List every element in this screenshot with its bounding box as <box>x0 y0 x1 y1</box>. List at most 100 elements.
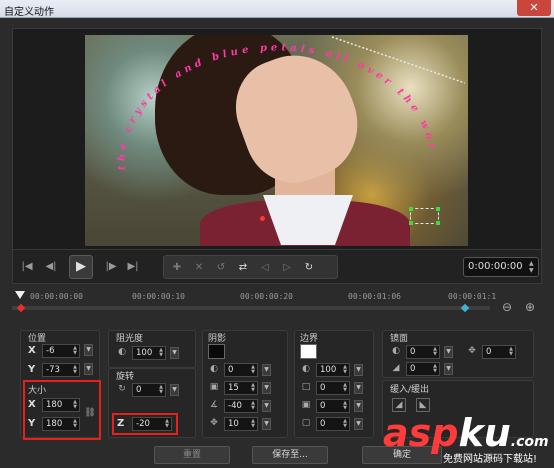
loop-icon[interactable]: ↻ <box>302 261 316 275</box>
dropdown-icon[interactable]: ▼ <box>444 363 453 375</box>
shadow-input[interactable]: -40 ▲ ▼ <box>224 399 258 413</box>
opacity-input[interactable]: 100 ▲ ▼ <box>132 346 166 360</box>
timecode-value: 0:00:00:00 <box>468 261 523 272</box>
window-title: 自定义动作 <box>4 7 54 18</box>
spinner-icon[interactable]: ▲ ▼ <box>250 419 256 429</box>
dropdown-icon[interactable]: ▼ <box>84 363 93 375</box>
spinner-icon[interactable]: ▲ ▼ <box>432 364 438 374</box>
opacity-value: 100 <box>136 348 153 358</box>
dropdown-icon[interactable]: ▼ <box>354 418 363 430</box>
add-keyframe-icon[interactable]: ✚ <box>170 261 184 275</box>
position-y-label: Y <box>28 364 36 375</box>
border-input[interactable]: 100 ▲ ▼ <box>316 363 350 377</box>
zoom-out-icon[interactable]: ⊖ <box>500 300 514 314</box>
opacity-icon: ◐ <box>118 347 126 357</box>
spinner-icon[interactable]: ▲ ▼ <box>250 383 256 393</box>
svg-text:the crystal and blue petals al: the crystal and blue petals all over the… <box>85 35 438 170</box>
mirror-value: 0 <box>410 347 416 357</box>
spinner-icon[interactable]: ▲ ▼ <box>158 348 164 358</box>
border-title: 边界 <box>300 334 319 344</box>
border-input[interactable]: 0 ▲ ▼ <box>316 381 350 395</box>
mirror-opacity-icon: ◐ <box>392 346 400 356</box>
remove-keyframe-icon[interactable]: ✕ <box>192 261 206 275</box>
border-softness-icon: ▢ <box>301 418 311 428</box>
spinner-icon[interactable]: ▲ ▼ <box>508 347 514 357</box>
move-left-icon[interactable]: ◁ <box>258 261 272 275</box>
shadow-input[interactable]: 10 ▲ ▼ <box>224 417 258 431</box>
mirror-input[interactable]: 0 ▲ ▼ <box>406 362 440 376</box>
position-x-label: X <box>28 345 36 356</box>
rotation-input[interactable]: 0 ▲ ▼ <box>132 383 166 397</box>
save-to-button[interactable]: 保存至... <box>252 446 328 464</box>
spinner-icon[interactable]: ▲ ▼ <box>250 401 256 411</box>
spinner-icon[interactable]: ▲ ▼ <box>342 383 348 393</box>
spinner-icon[interactable]: ▲ ▼ <box>432 347 438 357</box>
mirror-input[interactable]: 0 ▲ ▼ <box>482 345 516 359</box>
timecode-field[interactable]: 0:00:00:00 ▲ ▼ <box>463 257 539 277</box>
move-right-icon[interactable]: ▷ <box>280 261 294 275</box>
mirror-title: 镜面 <box>390 334 409 344</box>
spinner-icon[interactable]: ▲ ▼ <box>342 365 348 375</box>
timecode-spinner-icon[interactable]: ▲ ▼ <box>529 260 536 274</box>
shadow-input[interactable]: 0 ▲ ▼ <box>224 363 258 377</box>
shadow-color-swatch[interactable] <box>208 344 225 359</box>
go-end-icon[interactable]: ▶| <box>125 259 141 275</box>
zoom-in-icon[interactable]: ⊕ <box>523 300 537 314</box>
keyframe-toolbar: ✚ ✕ ↺ ⇄ ◁ ▷ ↻ <box>163 255 338 279</box>
spinner-icon[interactable]: ▲ ▼ <box>342 401 348 411</box>
spinner-icon[interactable]: ▲ ▼ <box>250 365 256 375</box>
spinner-icon[interactable]: ▲ ▼ <box>72 365 78 375</box>
swap-keyframe-icon[interactable]: ⇄ <box>236 261 250 275</box>
spinner-icon[interactable]: ▲ ▼ <box>342 419 348 429</box>
rotate-icon: ↻ <box>118 384 126 394</box>
spinner-icon[interactable]: ▲ ▼ <box>72 346 78 356</box>
border-input[interactable]: 0 ▲ ▼ <box>316 417 350 431</box>
dropdown-icon[interactable]: ▼ <box>262 382 271 394</box>
dropdown-icon[interactable]: ▼ <box>262 364 271 376</box>
reverse-keyframe-icon[interactable]: ↺ <box>214 261 228 275</box>
overlay-text: the crystal and blue petals all over the… <box>85 35 434 170</box>
fade-in-icon[interactable]: ◢ <box>392 398 406 412</box>
shadow-title: 阴影 <box>208 334 227 344</box>
go-start-icon[interactable]: |◀ <box>19 259 35 275</box>
anchor-point[interactable] <box>260 216 265 221</box>
dropdown-icon[interactable]: ▼ <box>84 344 93 356</box>
position-y-input[interactable]: -73 ▲ ▼ <box>42 363 80 377</box>
dropdown-icon[interactable]: ▼ <box>444 346 453 358</box>
shadow-opacity-icon: ◐ <box>210 364 218 374</box>
play-button[interactable]: ▶ <box>69 255 93 279</box>
playhead-icon[interactable] <box>15 291 25 299</box>
dropdown-icon[interactable]: ▼ <box>354 364 363 376</box>
border-width-icon: □ <box>301 382 311 392</box>
timeline-track[interactable] <box>12 306 490 310</box>
reset-button[interactable]: 重置 <box>154 446 230 464</box>
shadow-value: 15 <box>228 383 239 393</box>
prev-frame-icon[interactable]: ◀| <box>43 259 59 275</box>
rotation-title: 旋转 <box>116 372 135 382</box>
dropdown-icon[interactable]: ▼ <box>262 418 271 430</box>
shadow-input[interactable]: 15 ▲ ▼ <box>224 381 258 395</box>
video-frame[interactable]: the crystal and blue petals all over the… <box>85 35 468 246</box>
dropdown-icon[interactable]: ▼ <box>170 384 179 396</box>
close-button[interactable]: ✕ <box>517 0 551 16</box>
border-opacity-icon: ◐ <box>302 364 310 374</box>
timeline-tick: 00:00:00:10 <box>132 292 185 301</box>
watermark-subtitle: 免费网站源码下载站! <box>443 454 538 465</box>
timeline-ruler[interactable]: 00:00:00:00 00:00:00:10 00:00:00:20 00:0… <box>12 290 496 316</box>
next-frame-icon[interactable]: |▶ <box>103 259 119 275</box>
mirror-input[interactable]: 0 ▲ ▼ <box>406 345 440 359</box>
timeline-tick: 00:00:00:20 <box>240 292 293 301</box>
dropdown-icon[interactable]: ▼ <box>354 400 363 412</box>
fade-out-icon[interactable]: ◣ <box>416 398 430 412</box>
position-x-input[interactable]: -6 ▲ ▼ <box>42 344 80 358</box>
spinner-icon[interactable]: ▲ ▼ <box>158 385 164 395</box>
border-value: 100 <box>320 365 337 375</box>
timeline-tick: 00:00:00:00 <box>30 292 83 301</box>
dropdown-icon[interactable]: ▼ <box>262 400 271 412</box>
selection-box[interactable] <box>409 207 440 225</box>
dropdown-icon[interactable]: ▼ <box>354 382 363 394</box>
rotation-z-highlight <box>112 413 178 435</box>
border-color-swatch[interactable] <box>300 344 317 359</box>
dropdown-icon[interactable]: ▼ <box>170 347 179 359</box>
border-input[interactable]: 0 ▲ ▼ <box>316 399 350 413</box>
